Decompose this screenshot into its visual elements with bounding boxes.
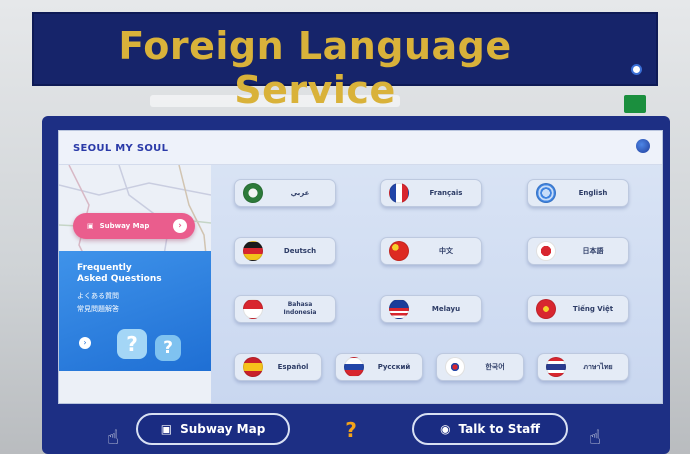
speaker-icon: ◉ [440,422,451,436]
lang-label: ภาษาไทย [583,363,613,371]
globe-icon [536,183,556,203]
lang-label: Français [429,189,463,197]
talk-to-staff-label: Talk to Staff [458,422,540,436]
lang-button-chinese[interactable]: 中文 [380,237,482,265]
brand-logo: SEOUL MY SOUL [73,143,169,154]
lang-label: Tiếng Việt [572,305,614,313]
flag-indonesia-icon [243,299,263,319]
subway-map-pill-button[interactable]: ▣ Subway Map › [73,213,195,239]
lang-label: Melayu [431,305,461,313]
flag-vietnam-icon [536,299,556,319]
lang-button-english[interactable]: English [527,179,629,207]
lang-label: Bahasa Indonesia [283,301,317,316]
lang-label: Español [277,363,309,371]
subway-map-pill-label: Subway Map [99,222,150,230]
flag-thailand-icon [546,357,566,377]
seoul-metro-logo-icon [631,64,642,75]
talk-to-staff-button[interactable]: ◉ Talk to Staff [412,413,568,445]
lang-label: Русский [377,363,411,371]
flag-arabic-icon [243,183,263,203]
lang-button-korean[interactable]: 한국어 [436,353,524,381]
faq-title-line2: Asked Questions [77,274,162,284]
faq-panel[interactable]: Frequently Asked Questions よくある質問 常見問題解答… [59,251,211,371]
sign-title: Foreign Language Service [118,24,512,112]
train-icon: ▣ [87,222,94,230]
touch-hand-icon: ☝ [106,425,120,449]
faq-title: Frequently Asked Questions [77,263,197,285]
flag-germany-icon [243,241,263,261]
lang-button-japanese[interactable]: 日本語 [527,237,629,265]
seoul-metro-logo [631,64,642,75]
lang-button-german[interactable]: Deutsch [234,237,336,265]
flag-malaysia-icon [389,299,409,319]
screen-header: SEOUL MY SOUL [59,131,662,165]
lang-button-spanish[interactable]: Español [234,353,322,381]
faq-japanese: よくある質問 [77,292,119,300]
lang-label: 한국어 [485,363,505,371]
train-icon: ▣ [160,422,173,436]
seoul-metro-logo [636,139,650,153]
lang-button-french[interactable]: Français [380,179,482,207]
seoul-metro-logo-icon [636,139,650,153]
flag-korea-icon [445,357,465,377]
flag-france-icon [389,183,409,203]
flag-japan-icon [536,241,556,261]
lang-label: 中文 [439,247,453,255]
lang-label: English [578,189,608,197]
kiosk-screen: SEOUL MY SOUL ▣ Subway Map › Frequently … [58,130,663,404]
flag-russia-icon [344,357,364,377]
lang-button-thai[interactable]: ภาษาไทย [537,353,629,381]
lang-label: عربي [290,189,310,197]
subway-map-button-label: Subway Map [180,422,266,436]
help-icon[interactable]: ? [340,419,362,441]
question-bubble-icon: ? [155,335,181,361]
arrow-right-icon[interactable]: › [79,337,91,349]
exit-sign [624,95,646,113]
lang-button-malay[interactable]: Melayu [380,295,482,323]
lang-label: Deutsch [283,247,317,255]
faq-title-line1: Frequently [77,263,132,273]
flag-china-icon [389,241,409,261]
lang-button-arabic[interactable]: عربي [234,179,336,207]
question-bubble-icon: ? [117,329,147,359]
flag-spain-icon [243,357,263,377]
lang-button-indonesian[interactable]: Bahasa Indonesia [234,295,336,323]
touch-hand-icon: ☝ [588,425,602,449]
subway-map-button[interactable]: ▣ Subway Map [136,413,290,445]
lang-label: 日本語 [582,247,604,255]
arrow-right-icon: › [173,219,187,233]
lang-button-russian[interactable]: Русский [335,353,423,381]
faq-chinese: 常見問題解答 [77,305,119,313]
service-sign: Foreign Language Service [32,12,658,112]
lang-button-vietnamese[interactable]: Tiếng Việt [527,295,629,323]
